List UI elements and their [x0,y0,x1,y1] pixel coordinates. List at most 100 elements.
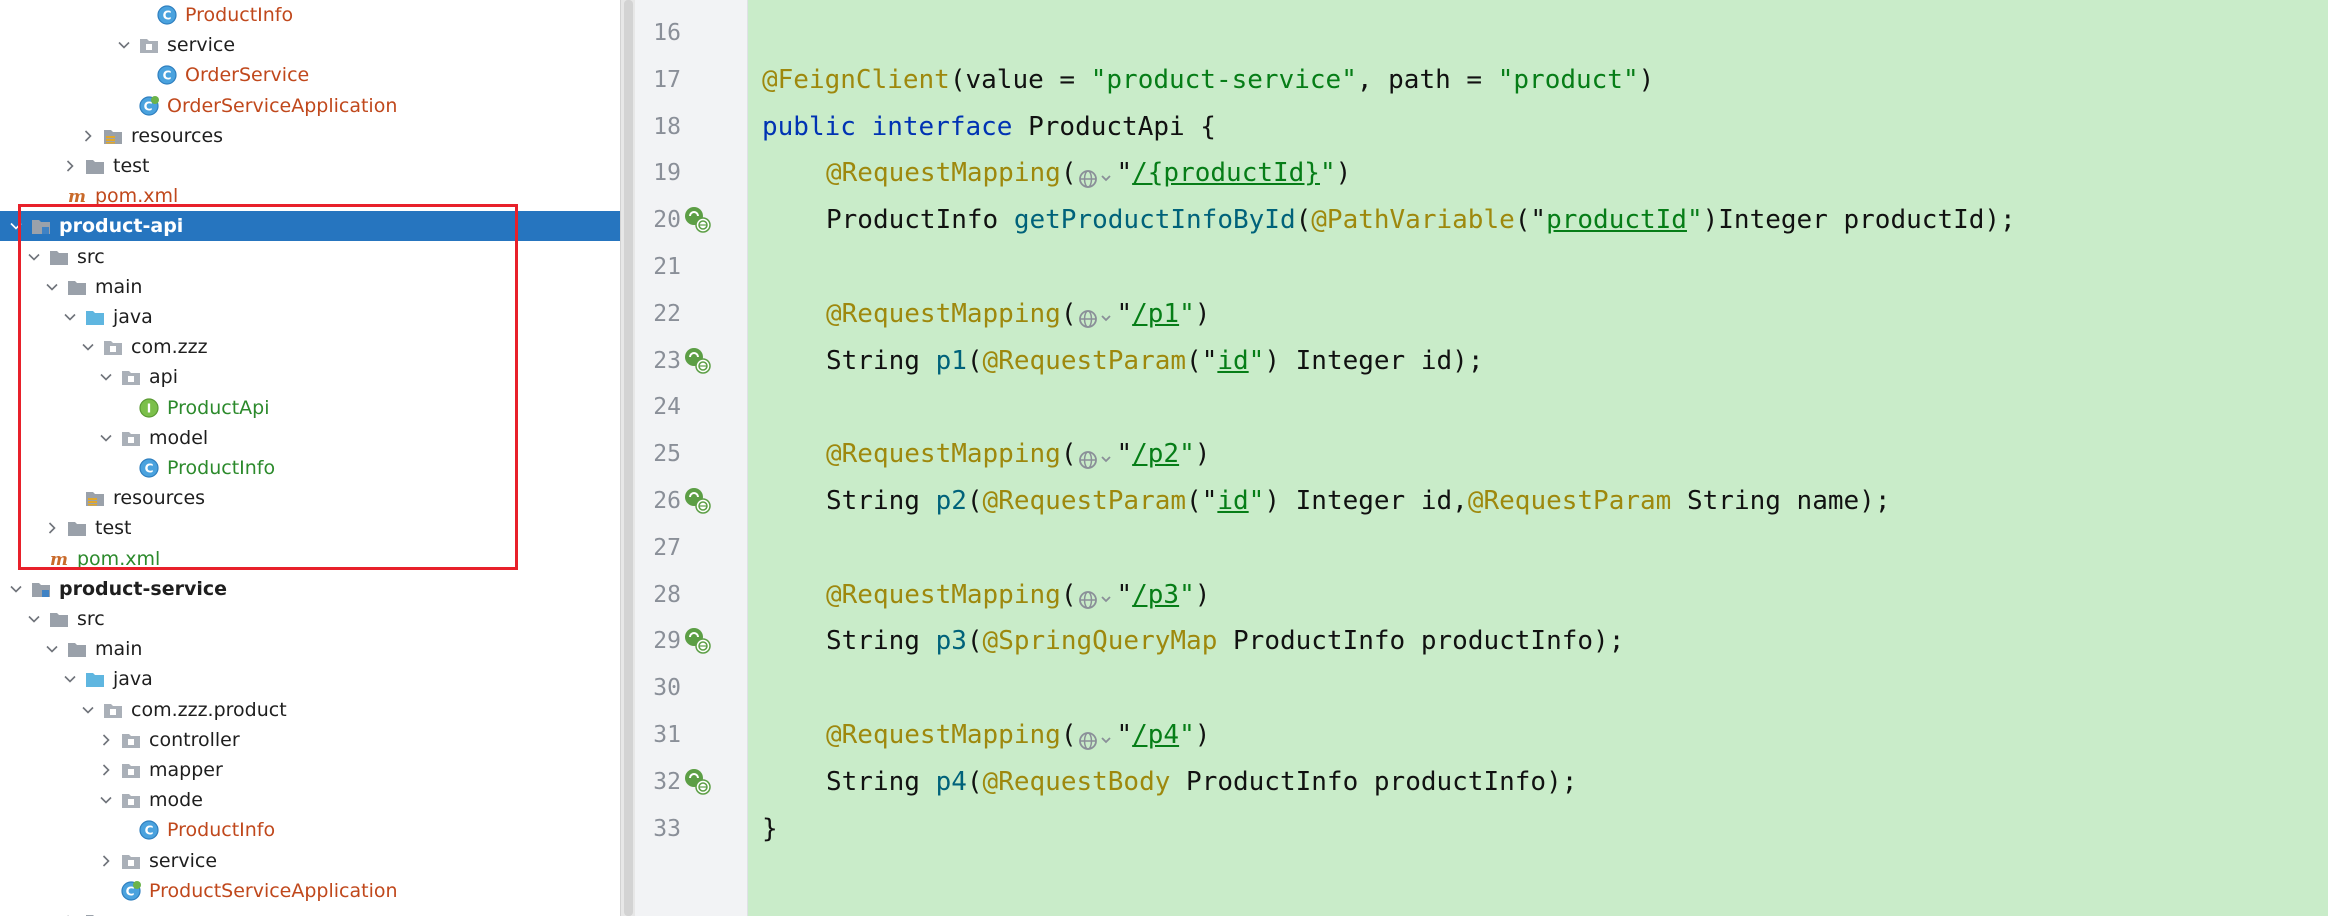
code-line[interactable]: @FeignClient(value = "product-service", … [762,57,1654,104]
tree-row[interactable]: test [0,513,620,543]
web-endpoint-icon[interactable] [1076,722,1116,750]
chevron-down-icon[interactable] [44,634,60,664]
chevron-right-icon[interactable] [98,755,114,785]
tree-row[interactable]: mapper [0,755,620,785]
tree-row[interactable]: test [0,151,620,181]
chevron-down-icon[interactable] [98,423,114,453]
web-endpoint-icon[interactable] [1076,300,1116,329]
chevron-down-icon[interactable] [8,574,24,604]
feign-navigation-icon[interactable] [682,204,714,236]
tree-row-label: model [149,426,209,449]
code-token: , path = [1356,64,1498,95]
chevron-down-icon[interactable] [26,604,42,634]
code-line[interactable]: String p4(@RequestBody ProductInfo produ… [826,759,1577,806]
tree-row[interactable]: C OrderServiceApplication [0,91,620,121]
tree-row-label: com.zzz [131,336,208,359]
chevron-down-icon[interactable] [26,242,42,272]
code-line[interactable]: String p3(@SpringQueryMap ProductInfo pr… [826,618,1624,665]
chevron-down-icon[interactable] [62,302,78,332]
code-token: )Integer productId); [1702,205,2016,236]
web-endpoint-icon[interactable] [1076,160,1116,188]
code-line[interactable]: @RequestMapping("/p4") [826,712,1210,759]
tree-row[interactable]: com.zzz.product [0,695,620,725]
chevron-down-icon[interactable] [80,695,96,725]
tree-row[interactable]: C ProductInfo [0,815,620,845]
code-token: @RequestBody [982,766,1171,797]
chevron-right-icon[interactable] [44,513,60,543]
code-line[interactable]: @RequestMapping("/p3") [826,572,1210,619]
chevron-right-icon[interactable] [62,906,78,916]
code-line[interactable]: @RequestMapping("/{productId}") [826,150,1351,197]
folder-icon [66,276,88,298]
tree-row[interactable]: product-api [0,211,620,242]
chevron-down-icon[interactable] [8,211,24,241]
code-token: String [826,766,936,797]
code-token: @RequestParam [982,345,1187,376]
tree-row[interactable]: product-service [0,574,620,604]
line-number: 16 [653,20,681,46]
code-token: ) [1194,720,1211,750]
code-line[interactable]: @RequestMapping("/p2") [826,431,1210,478]
chevron-right-icon[interactable] [80,121,96,151]
tree-row[interactable]: model [0,423,620,453]
code-token: ProductInfo productInfo); [1170,766,1578,797]
code-token: "product-service" [1090,64,1357,95]
tree-scrollbar-thumb[interactable] [624,0,633,916]
tree-row-label: src [77,608,105,630]
chevron-right-icon[interactable] [98,846,114,876]
code-line[interactable]: } [762,806,778,853]
tree-row[interactable]: C ProductInfo [0,0,620,30]
tree-row[interactable]: main [0,634,620,664]
code-token: ( [966,486,983,516]
line-number: 29 [653,628,681,655]
tree-row[interactable]: com.zzz [0,332,620,362]
code-line[interactable]: ProductInfo getProductInfoById(@PathVari… [826,197,2016,244]
resources-folder-icon [84,910,106,916]
code-token: ( [1060,298,1077,329]
tree-row[interactable]: C ProductServiceApplication [0,876,620,906]
tree-row[interactable]: resources [0,121,620,151]
web-endpoint-icon[interactable] [1076,581,1116,609]
tree-row[interactable]: m pom.xml [0,181,620,211]
tree-row[interactable]: java [0,664,620,694]
package-icon [102,336,124,358]
feign-navigation-icon[interactable] [682,345,714,377]
tree-row[interactable]: resources [0,906,620,916]
tree-row[interactable]: src [0,604,620,634]
tree-row[interactable]: java [0,302,620,332]
chevron-right-icon[interactable] [98,725,114,755]
feign-navigation-icon[interactable] [682,766,714,798]
chevron-down-icon[interactable] [62,664,78,694]
tree-row[interactable]: controller [0,725,620,755]
chevron-down-icon[interactable] [98,785,114,815]
feign-navigation-icon[interactable] [682,625,714,657]
line-number: 18 [653,113,681,140]
code-line[interactable]: @RequestMapping("/p1") [826,291,1210,338]
chevron-down-icon[interactable] [44,272,60,302]
code-line[interactable]: public interface ProductApi { [762,104,1216,151]
chevron-down-icon[interactable] [116,30,132,60]
code-token: (" [1186,486,1218,516]
tree-row[interactable]: C ProductInfo [0,453,620,483]
tree-row[interactable]: src [0,242,620,272]
code-line[interactable]: String p1(@RequestParam("id") Integer id… [826,338,1483,385]
tree-row[interactable]: C OrderService [0,60,620,90]
chevron-down-icon[interactable] [80,332,96,362]
tree-row[interactable]: api [0,362,620,392]
tree-row[interactable]: I ProductApi [0,393,620,423]
feign-navigation-icon[interactable] [682,485,714,517]
web-endpoint-icon[interactable] [1076,441,1116,469]
chevron-down-icon[interactable] [98,362,114,392]
code-token: ( [966,345,983,376]
tree-row[interactable]: service [0,30,620,60]
chevron-right-icon[interactable] [62,151,78,181]
tree-row[interactable]: m pom.xml [0,544,620,574]
tree-row[interactable]: resources [0,483,620,513]
code-editor[interactable]: @FeignClient(value = "product-service", … [748,0,2328,916]
tree-scrollbar[interactable] [620,0,636,916]
tree-row[interactable]: main [0,272,620,302]
code-line[interactable]: String p2(@RequestParam("id") Integer id… [826,478,1890,525]
tree-row[interactable]: service [0,846,620,876]
tree-row[interactable]: mode [0,785,620,815]
package-icon [120,789,142,811]
